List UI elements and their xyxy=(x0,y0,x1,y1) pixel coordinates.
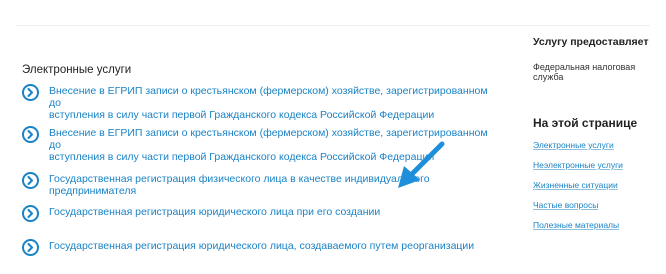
service-link-line-1: Государственная регистрация физического … xyxy=(49,173,430,197)
arrow-icon xyxy=(398,141,445,188)
service-link-line-2: вступления в силу части первой Гражданск… xyxy=(49,151,435,163)
list-item[interactable]: Внесение в ЕГРИП записи о крестьянском (… xyxy=(22,84,492,121)
service-link[interactable]: Внесение в ЕГРИП записи о крестьянском (… xyxy=(49,85,492,121)
chevron-right-circle-icon[interactable] xyxy=(22,205,39,222)
chevron-right-circle-icon[interactable] xyxy=(22,239,39,256)
list-item[interactable]: Государственная регистрация юридического… xyxy=(22,239,474,256)
provider-name: Федеральная налоговая служба xyxy=(533,62,636,82)
provider-heading: Услугу предоставляет xyxy=(533,36,649,48)
anchor-link-electronic-services[interactable]: Электронные услуги xyxy=(533,140,658,150)
section-title-electronic-services: Электронные услуги xyxy=(22,64,132,76)
service-link-line-1: Государственная регистрация юридического… xyxy=(49,206,381,218)
chevron-right-circle-icon[interactable] xyxy=(22,126,39,143)
chevron-right-circle-icon[interactable] xyxy=(22,84,39,101)
chevron-right-circle-icon[interactable] xyxy=(22,172,39,189)
service-link[interactable]: Государственная регистрация юридического… xyxy=(49,206,380,218)
service-link-line-2: вступления в силу части первой Гражданск… xyxy=(49,109,435,121)
anchor-link-faq[interactable]: Частые вопросы xyxy=(533,200,658,210)
list-item[interactable]: Государственная регистрация юридического… xyxy=(22,205,380,222)
on-this-page-heading: На этой странице xyxy=(533,116,638,130)
sidebar: Услугу предоставляет Федеральная налогов… xyxy=(533,36,658,240)
service-link-line-1: Государственная регистрация юридического… xyxy=(49,240,475,252)
page: Электронные услуги Внесение в ЕГРИП запи… xyxy=(0,0,666,274)
top-divider xyxy=(16,25,650,26)
anchor-link-useful-materials[interactable]: Полезные материалы xyxy=(533,220,658,230)
anchor-link-non-electronic-services[interactable]: Неэлектронные услуги xyxy=(533,160,658,170)
service-link-line-1: Внесение в ЕГРИП записи о крестьянском (… xyxy=(49,85,488,109)
service-link[interactable]: Государственная регистрация юридического… xyxy=(49,240,474,252)
on-this-page-nav: Электронные услуги Неэлектронные услуги … xyxy=(533,140,658,230)
anchor-link-life-situations[interactable]: Жизненные ситуации xyxy=(533,180,658,190)
